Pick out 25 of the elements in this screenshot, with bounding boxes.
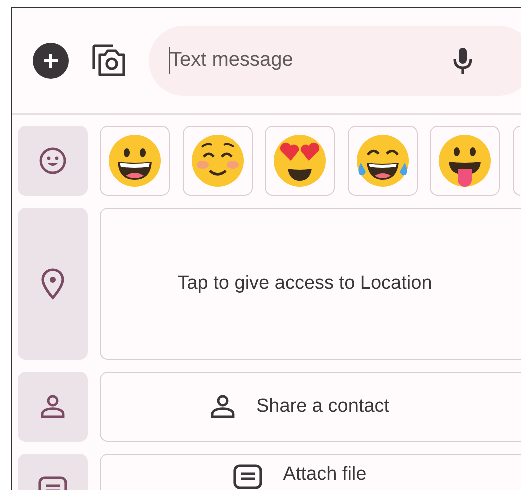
emoji-tile[interactable] bbox=[100, 126, 170, 196]
gallery-camera-button[interactable] bbox=[91, 42, 127, 78]
tongue-out-face-icon bbox=[437, 133, 493, 189]
person-icon bbox=[210, 394, 236, 420]
emoji-tile[interactable] bbox=[265, 126, 335, 196]
contact-panel[interactable]: Share a contact bbox=[100, 372, 521, 442]
tears-of-joy-face-icon bbox=[354, 133, 410, 189]
microphone-icon[interactable] bbox=[452, 46, 474, 76]
emoji-tile[interactable] bbox=[182, 126, 252, 196]
message-field[interactable]: Text message bbox=[149, 26, 521, 96]
heart-eyes-face-icon bbox=[272, 133, 328, 189]
emoji-tile[interactable] bbox=[348, 126, 418, 196]
grinning-face-icon bbox=[107, 133, 163, 189]
contact-tab[interactable] bbox=[18, 372, 88, 442]
smiling-face-icon bbox=[190, 133, 246, 189]
location-pin-icon bbox=[41, 268, 65, 300]
file-panel[interactable]: Attach file bbox=[100, 454, 521, 490]
smiley-icon bbox=[38, 146, 68, 176]
add-button[interactable] bbox=[33, 42, 69, 78]
location-panel[interactable]: Tap to give access to Location bbox=[100, 208, 521, 360]
emoji-tile[interactable] bbox=[430, 126, 500, 196]
message-input[interactable]: Text message bbox=[169, 47, 442, 74]
emoji-tab[interactable] bbox=[18, 126, 88, 196]
person-icon bbox=[40, 394, 66, 420]
file-icon bbox=[233, 464, 264, 490]
